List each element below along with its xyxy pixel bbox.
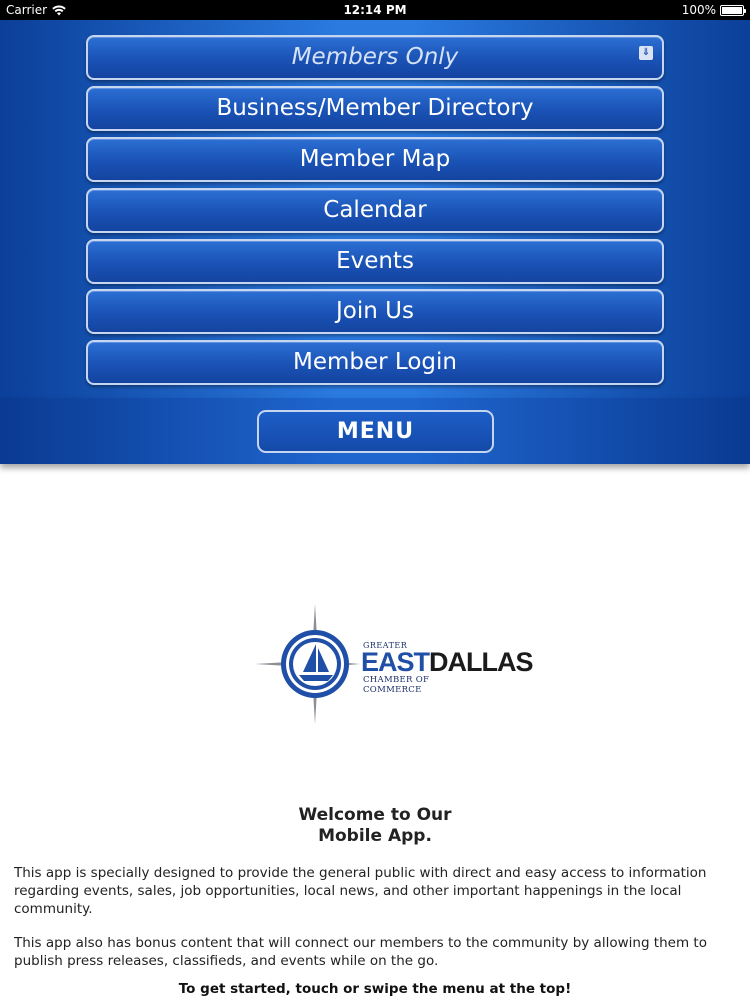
menu-panel: Members Only ⇓ Business/Member Directory… xyxy=(0,20,750,398)
logo-chamber: CHAMBER OF COMMERCE xyxy=(363,675,430,695)
logo-dallas: DALLAS xyxy=(429,647,533,677)
intro-paragraph: This app is specially designed to provid… xyxy=(14,865,707,917)
member-map-button[interactable]: Member Map xyxy=(86,137,664,182)
battery-indicator: 100% xyxy=(681,3,746,17)
members-only-button[interactable]: Members Only ⇓ xyxy=(86,35,664,80)
welcome-title-line-2: Mobile App. xyxy=(318,826,432,846)
welcome-title-line-1: Welcome to Our xyxy=(298,805,452,825)
status-bar: Carrier 12:14 PM 100% xyxy=(0,0,750,20)
chevron-double-down-icon: ⇓ xyxy=(639,46,653,60)
join-us-button[interactable]: Join Us xyxy=(86,289,664,334)
welcome-title: Welcome to Our Mobile App. xyxy=(0,805,750,847)
battery-icon xyxy=(720,4,746,16)
compass-seal-icon xyxy=(255,604,360,724)
chamber-logo: GREATER EASTDALLAS CHAMBER OF COMMERCE xyxy=(255,604,534,724)
member-login-button[interactable]: Member Login xyxy=(86,340,664,385)
menu-bar: MENU xyxy=(0,398,750,464)
events-button[interactable]: Events xyxy=(86,239,664,284)
clock: 12:14 PM xyxy=(343,3,407,17)
menu-toggle-button[interactable]: MENU xyxy=(257,410,494,453)
members-paragraph: This app also has bonus content that wil… xyxy=(14,935,707,969)
logo-wordmark: EASTDALLAS xyxy=(361,647,534,677)
get-started-text: To get started, touch or swipe the menu … xyxy=(178,981,572,997)
members-only-label: Members Only xyxy=(291,44,459,70)
battery-percent: 100% xyxy=(681,3,716,17)
calendar-button[interactable]: Calendar xyxy=(86,188,664,233)
logo-east: EAST xyxy=(361,647,430,677)
business-member-directory-button[interactable]: Business/Member Directory xyxy=(86,86,664,131)
